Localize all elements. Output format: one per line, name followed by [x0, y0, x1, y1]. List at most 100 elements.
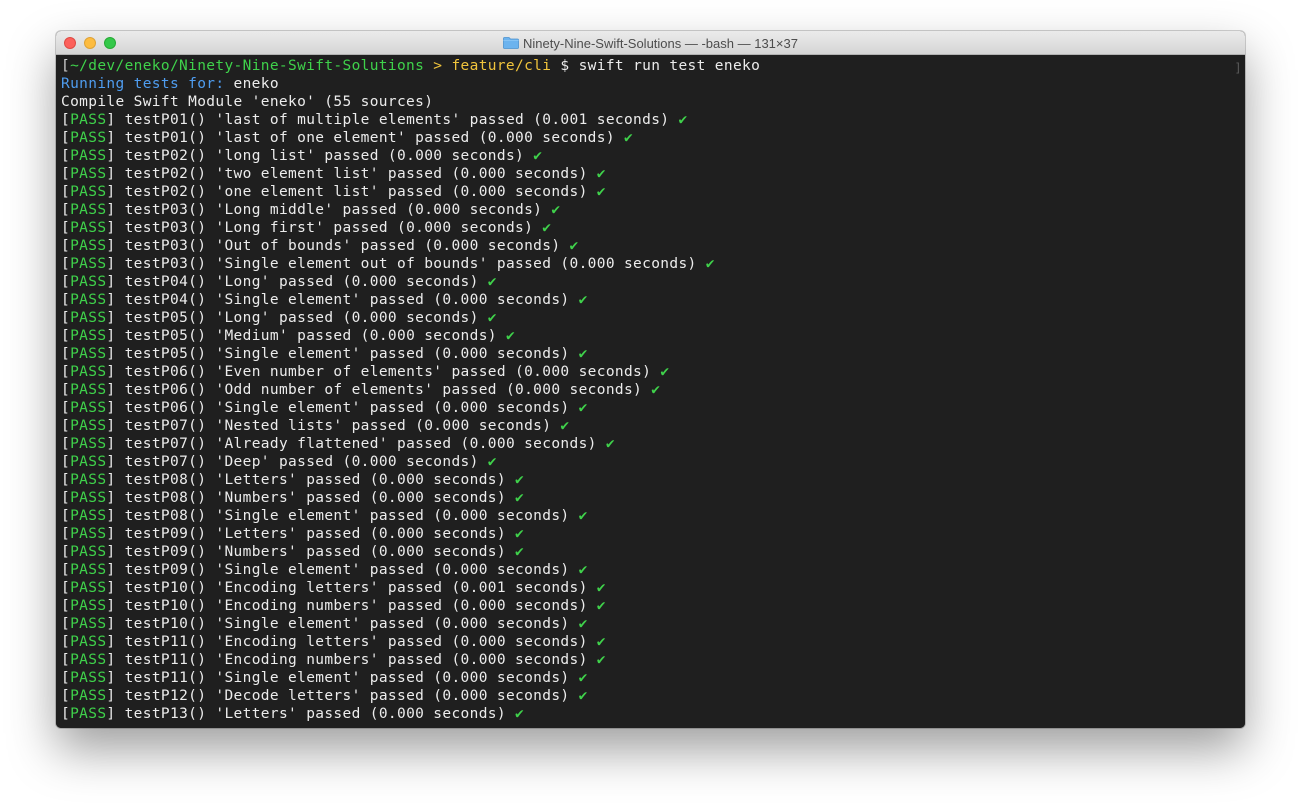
checkmark-icon: ✔	[596, 598, 606, 614]
test-results: [PASS] testP01() 'last of multiple eleme…	[61, 111, 1245, 723]
pass-bracket-open: [	[61, 706, 71, 722]
test-result-row: [PASS] testP02() 'two element list' pass…	[61, 165, 1245, 183]
checkmark-icon: ✔	[623, 130, 634, 146]
window-title-container: Ninety-Nine-Swift-Solutions — -bash — 13…	[56, 31, 1245, 55]
test-description: 'Already flattened' passed (0.000 second…	[206, 436, 606, 452]
pass-bracket-close: ]	[106, 454, 125, 470]
pass-bracket-open: [	[61, 310, 71, 326]
pass-bracket-open: [	[61, 688, 71, 704]
pass-bracket-close: ]	[106, 616, 125, 632]
test-name: testP07()	[124, 418, 207, 434]
test-name: testP10()	[124, 580, 207, 596]
test-name: testP02()	[124, 184, 207, 200]
test-name: testP04()	[124, 292, 207, 308]
test-description: 'Single element' passed (0.000 seconds)	[206, 616, 579, 632]
pass-label: PASS	[70, 706, 107, 722]
test-result-row: [PASS] testP05() 'Long' passed (0.000 se…	[61, 309, 1245, 327]
pass-label: PASS	[70, 472, 107, 488]
pass-label: PASS	[70, 130, 107, 146]
pass-bracket-open: [	[61, 598, 71, 614]
pass-bracket-open: [	[61, 526, 71, 542]
test-description: 'Long first' passed (0.000 seconds)	[206, 220, 543, 236]
terminal-output[interactable]: [~/dev/eneko/Ninety-Nine-Swift-Solutions…	[56, 55, 1245, 728]
checkmark-icon: ✔	[515, 472, 525, 488]
test-result-row: [PASS] testP08() 'Numbers' passed (0.000…	[61, 489, 1245, 507]
pass-bracket-open: [	[61, 436, 71, 452]
test-name: testP11()	[124, 652, 207, 668]
pass-bracket-close: ]	[106, 508, 125, 524]
pass-label: PASS	[70, 490, 107, 506]
pass-bracket-close: ]	[106, 112, 125, 128]
checkmark-icon: ✔	[569, 238, 579, 254]
test-description: 'Letters' passed (0.000 seconds)	[206, 472, 516, 488]
window-title: Ninety-Nine-Swift-Solutions — -bash — 13…	[523, 35, 798, 51]
test-description: 'last of multiple elements' passed (0.00…	[206, 112, 679, 128]
test-name: testP12()	[124, 688, 207, 704]
pass-bracket-open: [	[61, 634, 71, 650]
pass-bracket-close: ]	[106, 238, 125, 254]
test-result-row: [PASS] testP04() 'Single element' passed…	[61, 291, 1245, 309]
pass-label: PASS	[70, 274, 107, 290]
pass-bracket-close: ]	[106, 382, 125, 398]
pass-label: PASS	[70, 382, 107, 398]
test-result-row: [PASS] testP11() 'Single element' passed…	[61, 669, 1245, 687]
test-result-row: [PASS] testP08() 'Single element' passed…	[61, 507, 1245, 525]
folder-icon	[503, 37, 519, 49]
pass-label: PASS	[70, 616, 107, 632]
test-name: testP11()	[124, 634, 207, 650]
checkmark-icon: ✔	[515, 706, 525, 722]
pass-label: PASS	[70, 346, 107, 362]
pass-bracket-close: ]	[106, 148, 125, 164]
test-description: 'Letters' passed (0.000 seconds)	[206, 526, 516, 542]
pass-label: PASS	[70, 526, 107, 542]
pass-bracket-close: ]	[106, 652, 125, 668]
pass-bracket-close: ]	[106, 580, 125, 596]
pass-label: PASS	[70, 202, 107, 218]
test-description: 'Single element' passed (0.000 seconds)	[206, 292, 579, 308]
test-result-row: [PASS] testP02() 'long list' passed (0.0…	[61, 147, 1245, 165]
test-name: testP09()	[124, 544, 207, 560]
checkmark-icon: ✔	[505, 328, 516, 344]
title-bar[interactable]: Ninety-Nine-Swift-Solutions — -bash — 13…	[56, 31, 1245, 55]
test-name: testP09()	[124, 526, 207, 542]
test-result-row: [PASS] testP11() 'Encoding numbers' pass…	[61, 651, 1245, 669]
pass-label: PASS	[70, 634, 107, 650]
pass-label: PASS	[70, 400, 107, 416]
pass-label: PASS	[70, 328, 107, 344]
pass-label: PASS	[70, 292, 107, 308]
test-description: 'Out of bounds' passed (0.000 seconds)	[206, 238, 570, 254]
test-name: testP10()	[124, 616, 207, 632]
test-result-row: [PASS] testP05() 'Medium' passed (0.000 …	[61, 327, 1245, 345]
pass-bracket-close: ]	[106, 166, 125, 182]
pass-bracket-close: ]	[106, 670, 125, 686]
test-description: 'Single element' passed (0.000 seconds)	[206, 346, 579, 362]
test-description: 'two element list' passed (0.000 seconds…	[206, 166, 597, 182]
pass-label: PASS	[70, 598, 107, 614]
test-description: 'Nested lists' passed (0.000 seconds)	[206, 418, 561, 434]
pass-bracket-close: ]	[106, 436, 125, 452]
checkmark-icon: ✔	[596, 166, 606, 182]
terminal-window: Ninety-Nine-Swift-Solutions — -bash — 13…	[56, 31, 1245, 728]
pass-bracket-open: [	[61, 274, 71, 290]
pass-label: PASS	[70, 544, 107, 560]
pass-bracket-open: [	[61, 112, 71, 128]
pass-bracket-close: ]	[106, 274, 125, 290]
test-description: 'Single element' passed (0.000 seconds)	[206, 400, 579, 416]
checkmark-icon: ✔	[515, 544, 525, 560]
test-description: 'Encoding numbers' passed (0.000 seconds…	[206, 598, 597, 614]
pass-label: PASS	[70, 310, 107, 326]
test-name: testP01()	[124, 112, 207, 128]
test-description: 'Medium' passed (0.000 seconds)	[206, 328, 506, 344]
test-result-row: [PASS] testP03() 'Long first' passed (0.…	[61, 219, 1245, 237]
checkmark-icon: ✔	[487, 310, 497, 326]
pass-bracket-open: [	[61, 220, 71, 236]
pass-bracket-open: [	[61, 184, 71, 200]
pass-bracket-open: [	[61, 364, 71, 380]
test-result-row: [PASS] testP10() 'Single element' passed…	[61, 615, 1245, 633]
test-result-row: [PASS] testP13() 'Letters' passed (0.000…	[61, 705, 1245, 723]
test-description: 'Numbers' passed (0.000 seconds)	[206, 544, 516, 560]
pass-label: PASS	[70, 436, 107, 452]
pass-bracket-open: [	[61, 580, 71, 596]
test-result-row: [PASS] testP09() 'Numbers' passed (0.000…	[61, 543, 1245, 561]
checkmark-icon: ✔	[596, 634, 606, 650]
